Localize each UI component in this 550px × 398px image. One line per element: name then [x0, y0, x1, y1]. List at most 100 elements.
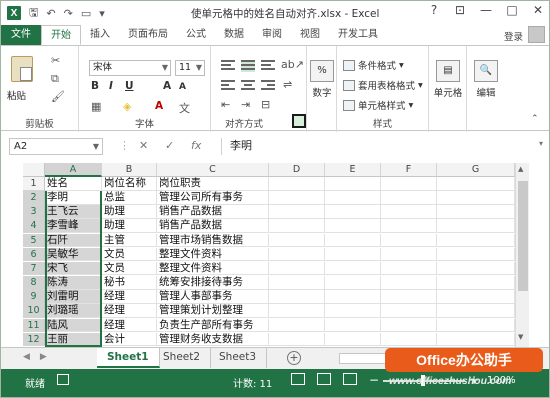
table-cell[interactable]: 吴敏华 — [45, 247, 102, 262]
table-cell[interactable] — [381, 318, 437, 333]
cell-styles-button[interactable]: 单元格样式 ▾ — [343, 98, 413, 112]
table-cell[interactable] — [381, 205, 437, 219]
border-icon[interactable]: ▦ — [91, 100, 101, 113]
table-cell[interactable]: 刘璐瑶 — [45, 304, 102, 318]
row-header[interactable]: 7 — [23, 261, 45, 276]
row-header[interactable]: 2 — [23, 191, 45, 205]
collapse-ribbon-icon[interactable]: ⌃ — [531, 114, 539, 124]
orientation-icon[interactable]: ab↗ — [281, 58, 304, 71]
table-cell[interactable] — [269, 247, 325, 262]
table-cell[interactable]: 助理 — [102, 205, 157, 219]
vertical-scrollbar[interactable]: ▲ ▼ — [515, 163, 529, 347]
prev-sheet-icon[interactable]: ◀ — [23, 352, 30, 362]
table-cell[interactable]: 管理公司所有事务 — [157, 191, 269, 205]
table-cell[interactable]: 整理文件资料 — [157, 261, 269, 276]
table-cell[interactable] — [325, 219, 381, 234]
scroll-up-icon[interactable]: ▲ — [518, 165, 523, 173]
decrease-indent-icon[interactable]: ⇤ — [221, 98, 230, 111]
merge-center-icon[interactable]: ⊟ — [261, 98, 270, 111]
alignment-dialog-launcher-icon[interactable] — [292, 114, 306, 128]
row-header[interactable]: 9 — [23, 290, 45, 304]
tab-file[interactable]: 文件 — [1, 25, 41, 45]
table-cell[interactable] — [269, 205, 325, 219]
table-cell[interactable] — [381, 261, 437, 276]
table-cell[interactable]: 王丽 — [45, 332, 102, 347]
table-cell[interactable] — [437, 177, 515, 191]
save-icon[interactable]: 🖫 — [29, 4, 38, 23]
table-cell[interactable] — [437, 318, 515, 333]
cancel-entry-button[interactable]: ✕ — [139, 139, 148, 152]
formula-input[interactable]: 李明 — [221, 138, 537, 155]
paste-icon[interactable] — [11, 56, 33, 82]
sheet-tab[interactable]: Sheet1 — [97, 348, 160, 368]
table-cell[interactable] — [269, 177, 325, 191]
table-cell[interactable] — [437, 304, 515, 318]
align-middle-icon[interactable] — [241, 60, 255, 72]
worksheet-grid[interactable]: A B C D E F G 1 姓名 岗位名称 岗位职责 2 李明 总监 管理公司所有事务 3 王… — [1, 163, 549, 347]
bold-button[interactable]: B — [91, 80, 99, 92]
font-name-select[interactable]: 宋体 ▼ — [89, 60, 171, 76]
table-cell[interactable]: 主管 — [102, 233, 157, 248]
font-size-select[interactable]: 11 ▼ — [175, 60, 205, 76]
italic-button[interactable]: I — [109, 80, 113, 92]
row-header[interactable]: 6 — [23, 247, 45, 262]
table-cell[interactable]: 秘书 — [102, 276, 157, 290]
table-cell[interactable] — [325, 247, 381, 262]
table-cell[interactable]: 销售产品数据 — [157, 205, 269, 219]
column-header[interactable]: C — [157, 163, 269, 177]
undo-icon[interactable]: ↶ — [46, 7, 55, 20]
table-cell[interactable]: 岗位名称 — [102, 177, 157, 191]
table-cell[interactable]: 助理 — [102, 219, 157, 234]
table-cell[interactable]: 经理 — [102, 290, 157, 304]
column-header[interactable]: D — [269, 163, 325, 177]
paste-button[interactable]: 粘贴 — [7, 88, 26, 102]
page-break-view-icon[interactable] — [343, 373, 357, 385]
row-header[interactable]: 3 — [23, 205, 45, 219]
macro-record-icon[interactable] — [57, 374, 69, 385]
increase-indent-icon[interactable]: ⇥ — [241, 98, 250, 111]
expand-formula-bar-icon[interactable]: ▾ — [539, 139, 543, 148]
table-cell[interactable]: 负责生产部所有事务 — [157, 318, 269, 333]
table-cell[interactable] — [269, 219, 325, 234]
table-cell[interactable] — [325, 332, 381, 347]
sign-in-link[interactable]: 登录 — [504, 29, 523, 43]
customize-qat-icon[interactable]: ▾ — [99, 7, 105, 20]
tab-developer[interactable]: 开发工具 — [329, 25, 387, 45]
table-cell[interactable] — [381, 332, 437, 347]
table-cell[interactable] — [269, 290, 325, 304]
table-cell[interactable] — [437, 191, 515, 205]
number-format-button[interactable]: % 数字 — [309, 60, 335, 99]
cut-icon[interactable]: ✂ — [51, 54, 60, 67]
table-cell[interactable] — [381, 276, 437, 290]
redo-icon[interactable]: ↷ — [64, 7, 73, 20]
table-cell[interactable] — [381, 177, 437, 191]
column-header[interactable]: A — [45, 163, 102, 177]
table-cell[interactable]: 经理 — [102, 304, 157, 318]
fill-color-icon[interactable]: ◈ — [123, 100, 131, 113]
row-header[interactable]: 8 — [23, 276, 45, 290]
table-cell[interactable] — [437, 276, 515, 290]
normal-view-icon[interactable] — [291, 373, 305, 385]
table-cell[interactable] — [437, 247, 515, 262]
format-painter-icon[interactable]: 🖌 — [51, 90, 65, 103]
select-all-button[interactable] — [23, 163, 45, 177]
table-cell[interactable]: 王飞云 — [45, 205, 102, 219]
font-color-button[interactable]: A — [155, 100, 163, 112]
column-header[interactable]: E — [325, 163, 381, 177]
column-header[interactable]: F — [381, 163, 437, 177]
table-cell[interactable] — [437, 205, 515, 219]
align-right-icon[interactable] — [261, 80, 275, 92]
table-cell[interactable] — [381, 191, 437, 205]
table-cell[interactable]: 文员 — [102, 247, 157, 262]
row-header[interactable]: 1 — [23, 177, 45, 191]
table-cell[interactable]: 管理市场销售数据 — [157, 233, 269, 248]
align-top-icon[interactable] — [221, 60, 235, 72]
sheet-tab[interactable]: Sheet3 — [209, 348, 268, 368]
table-cell[interactable] — [269, 318, 325, 333]
table-cell[interactable] — [269, 276, 325, 290]
close-button[interactable]: ✕ — [531, 3, 545, 17]
table-cell[interactable] — [325, 276, 381, 290]
open-folder-icon[interactable]: ▭ — [81, 7, 91, 20]
table-cell[interactable]: 石阡 — [45, 233, 102, 248]
tab-insert[interactable]: 插入 — [81, 25, 119, 45]
